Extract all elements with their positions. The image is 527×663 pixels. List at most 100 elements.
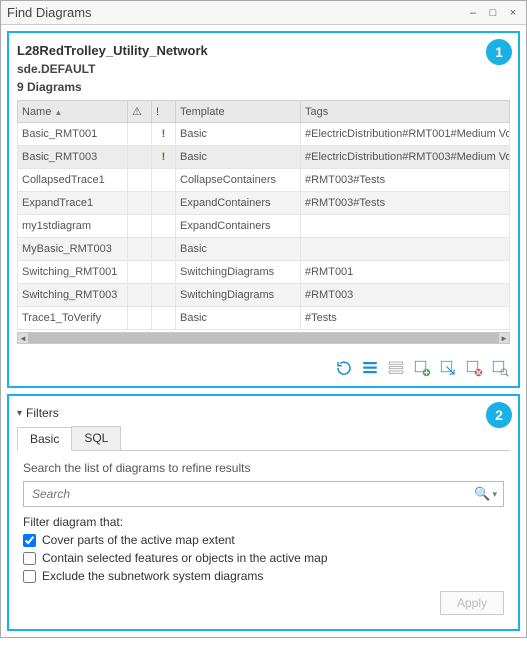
check-extent-row[interactable]: Cover parts of the active map extent	[23, 533, 504, 547]
cell-consistency	[152, 215, 176, 238]
table-row[interactable]: CollapsedTrace1CollapseContainers#RMT003…	[18, 169, 510, 192]
cell-warning	[128, 123, 152, 146]
apply-button[interactable]: Apply	[440, 591, 504, 615]
cell-tags: #Tests	[301, 307, 510, 330]
cell-consistency	[152, 238, 176, 261]
open-diagram-icon	[439, 359, 457, 377]
search-box[interactable]: 🔍 ▾	[23, 481, 504, 507]
open-diagram-button[interactable]	[438, 358, 458, 378]
tab-basic-body: Search the list of diagrams to refine re…	[17, 451, 510, 621]
table-row[interactable]: Trace1_ToVerify Basic#Tests	[18, 307, 510, 330]
callout-2: 2	[486, 402, 512, 428]
close-icon[interactable]: ×	[506, 6, 520, 20]
check-exclude-label: Exclude the subnetwork system diagrams	[42, 569, 263, 583]
remove-diagram-icon	[465, 359, 483, 377]
tab-sql[interactable]: SQL	[71, 426, 121, 450]
select-all-button[interactable]	[360, 358, 380, 378]
cell-warning	[128, 146, 152, 169]
cell-consistency: !	[152, 146, 176, 169]
check-selected-label: Contain selected features or objects in …	[42, 551, 328, 565]
apply-row: Apply	[23, 591, 504, 615]
table-row[interactable]: Basic_RMT003!Basic#ElectricDistribution#…	[18, 146, 510, 169]
check-extent[interactable]	[23, 534, 36, 547]
cell-template: Basic	[176, 307, 301, 330]
scroll-thumb[interactable]	[28, 333, 499, 343]
window-title: Find Diagrams	[7, 5, 92, 20]
remove-diagram-button[interactable]	[464, 358, 484, 378]
consistency-mark-icon: !	[156, 128, 171, 140]
cell-template: ExpandContainers	[176, 192, 301, 215]
cell-tags: #RMT003	[301, 284, 510, 307]
col-name[interactable]: Name▲	[18, 101, 128, 123]
minimize-icon[interactable]: –	[466, 6, 480, 20]
cell-warning	[128, 215, 152, 238]
col-template[interactable]: Template	[176, 101, 301, 123]
results-panel: 1 L28RedTrolley_Utility_Network sde.DEFA…	[7, 31, 520, 388]
cell-consistency	[152, 261, 176, 284]
add-diagram-button[interactable]	[412, 358, 432, 378]
sort-asc-icon: ▲	[54, 108, 62, 117]
col-consistency[interactable]: !	[152, 101, 176, 123]
table-row[interactable]: Switching_RMT001 SwitchingDiagrams#RMT001	[18, 261, 510, 284]
cell-tags: #RMT003#Tests	[301, 192, 510, 215]
cell-warning	[128, 238, 152, 261]
check-exclude[interactable]	[23, 570, 36, 583]
cell-name: MyBasic_RMT003	[18, 238, 128, 261]
zoom-diagram-button[interactable]	[490, 358, 510, 378]
table-header-row: Name▲ ⚠ ! Template Tags	[18, 101, 510, 123]
table-row[interactable]: Switching_RMT003SwitchingDiagrams#RMT003	[18, 284, 510, 307]
col-tags[interactable]: Tags	[301, 101, 510, 123]
zoom-diagram-icon	[491, 359, 509, 377]
cell-tags: #RMT001	[301, 261, 510, 284]
check-extent-label: Cover parts of the active map extent	[42, 533, 235, 547]
version-name: sde.DEFAULT	[17, 62, 510, 76]
cell-consistency	[152, 169, 176, 192]
deselect-all-button[interactable]	[386, 358, 406, 378]
deselect-all-rows-icon	[387, 359, 405, 377]
filter-label: Filter diagram that:	[23, 515, 504, 529]
cell-name: Trace1_ToVerify	[18, 307, 128, 330]
cell-template: ExpandContainers	[176, 215, 301, 238]
tab-basic[interactable]: Basic	[17, 427, 72, 451]
table-row[interactable]: my1stdiagramExpandContainers	[18, 215, 510, 238]
cell-warning	[128, 192, 152, 215]
check-exclude-row[interactable]: Exclude the subnetwork system diagrams	[23, 569, 504, 583]
filters-panel: 2 ▾ Filters Basic SQL Search the list of…	[7, 394, 520, 631]
cell-tags: #ElectricDistribution#RMT003#Medium Volt…	[301, 146, 510, 169]
cell-name: CollapsedTrace1	[18, 169, 128, 192]
scroll-left-icon[interactable]: ◄	[18, 333, 28, 343]
filters-title: Filters	[26, 406, 59, 420]
horizontal-scrollbar[interactable]: ◄ ►	[17, 332, 510, 344]
check-selected[interactable]	[23, 552, 36, 565]
check-selected-row[interactable]: Contain selected features or objects in …	[23, 551, 504, 565]
cell-warning	[128, 307, 152, 330]
network-name: L28RedTrolley_Utility_Network	[17, 43, 510, 58]
col-warning[interactable]: ⚠	[128, 101, 152, 123]
cell-template: SwitchingDiagrams	[176, 261, 301, 284]
cell-consistency	[152, 307, 176, 330]
table-row[interactable]: MyBasic_RMT003 Basic	[18, 238, 510, 261]
table-row[interactable]: ExpandTrace1ExpandContainers#RMT003#Test…	[18, 192, 510, 215]
select-all-rows-icon	[361, 359, 379, 377]
diagram-count: 9 Diagrams	[17, 80, 510, 94]
table-row[interactable]: Basic_RMT001! Basic#ElectricDistribution#…	[18, 123, 510, 146]
cell-warning	[128, 284, 152, 307]
maximize-icon[interactable]: □	[486, 6, 500, 20]
search-dropdown-icon[interactable]: ▾	[492, 489, 497, 500]
search-icon[interactable]: 🔍	[474, 486, 490, 502]
cell-consistency	[152, 192, 176, 215]
cell-name: Basic_RMT001	[18, 123, 128, 146]
cell-warning	[128, 261, 152, 284]
filters-header[interactable]: ▾ Filters	[17, 404, 510, 426]
search-input[interactable]	[30, 486, 470, 502]
cell-name: Switching_RMT001	[18, 261, 128, 284]
cell-tags: #ElectricDistribution#RMT001#Medium Volt…	[301, 123, 510, 146]
cell-template: Basic	[176, 238, 301, 261]
cell-tags: #RMT003#Tests	[301, 169, 510, 192]
refresh-button[interactable]	[334, 358, 354, 378]
cell-template: Basic	[176, 123, 301, 146]
cell-consistency	[152, 284, 176, 307]
table-body: Basic_RMT001!Basic#ElectricDistribution#…	[18, 123, 510, 330]
titlebar: Find Diagrams – □ ×	[1, 1, 526, 25]
scroll-right-icon[interactable]: ►	[499, 333, 509, 343]
